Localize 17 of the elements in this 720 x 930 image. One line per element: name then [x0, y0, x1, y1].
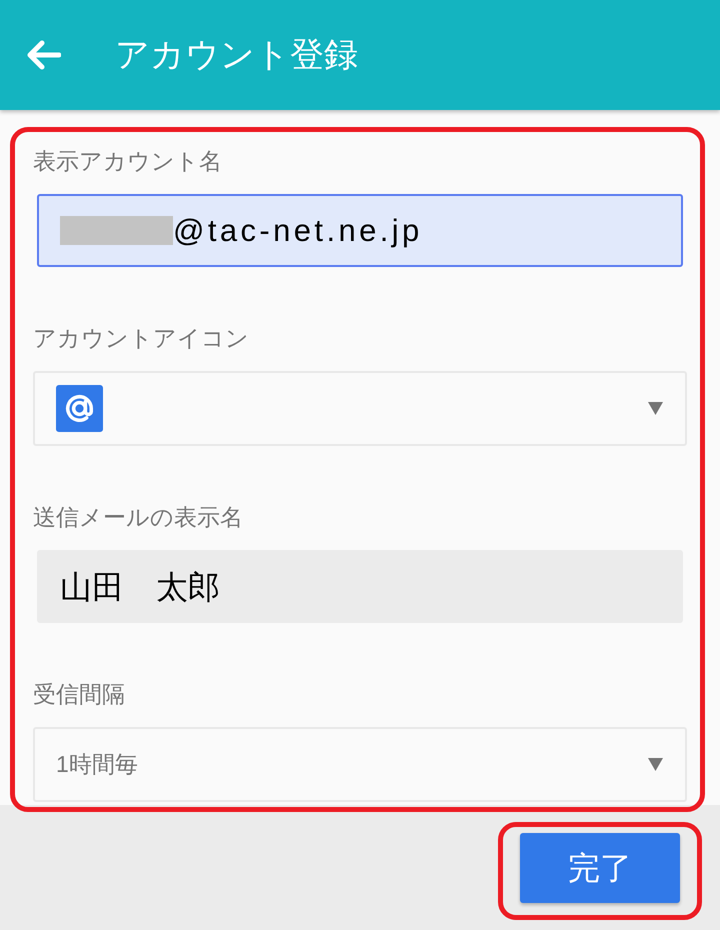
- dropdown-caret-icon: [648, 402, 663, 415]
- dropdown-caret-icon: [648, 758, 663, 771]
- field-label: 表示アカウント名: [33, 147, 222, 175]
- done-button[interactable]: 完了: [520, 833, 680, 903]
- screen-title: アカウント登録: [115, 34, 358, 76]
- dropdown-value: 1時間毎: [56, 750, 138, 780]
- input-value: @tac-net.ne.jp: [173, 212, 423, 250]
- field-label: 送信メールの表示名: [33, 503, 243, 531]
- icon-dropdown[interactable]: [33, 371, 687, 446]
- back-arrow-icon[interactable]: [27, 40, 61, 70]
- interval-dropdown[interactable]: 1時間毎: [33, 727, 687, 802]
- input-value: 山田 太郎: [60, 568, 220, 606]
- text-input-field[interactable]: 山田 太郎: [37, 550, 683, 623]
- text-input-field[interactable]: @tac-net.ne.jp: [37, 194, 683, 267]
- field-label: アカウントアイコン: [33, 324, 249, 352]
- at-sign-icon: [56, 385, 103, 432]
- field-label: 受信間隔: [33, 680, 125, 708]
